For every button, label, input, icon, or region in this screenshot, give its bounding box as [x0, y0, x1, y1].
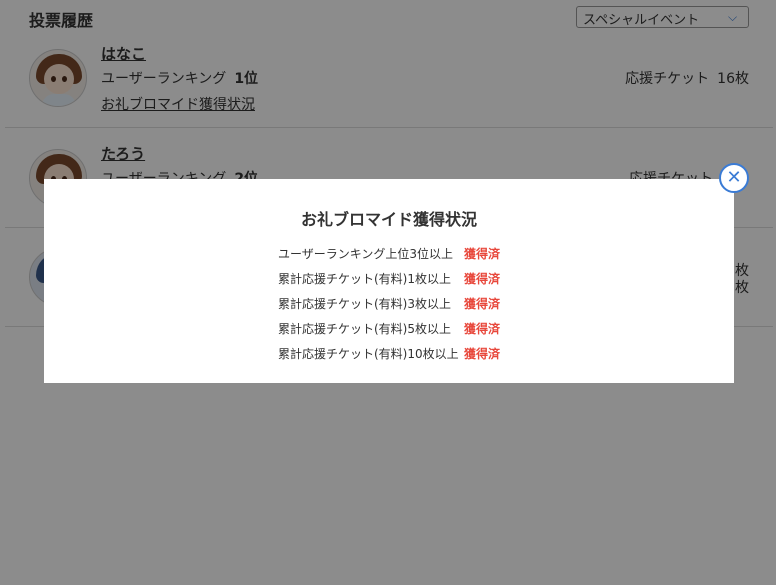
close-icon[interactable]: ✕: [719, 163, 749, 193]
condition-item: 累計応援チケット(有料)5枚以上 獲得済: [278, 320, 500, 345]
condition-label: 累計応援チケット(有料)1枚以上: [278, 272, 451, 286]
modal-title: お礼ブロマイド獲得状況: [300, 210, 477, 229]
condition-item: 累計応援チケット(有料)3枚以上 獲得済: [278, 295, 500, 320]
bromide-status-modal: お礼ブロマイド獲得状況 ユーザーランキング上位3位以上 獲得済 累計応援チケット(…: [44, 179, 734, 383]
condition-status: 獲得済: [464, 347, 501, 361]
condition-status: 獲得済: [464, 247, 501, 261]
condition-label: 累計応援チケット(有料)10枚以上: [278, 347, 459, 361]
condition-item: ユーザーランキング上位3位以上 獲得済: [278, 245, 500, 270]
condition-item: 累計応援チケット(有料)10枚以上 獲得済: [278, 345, 500, 370]
condition-label: ユーザーランキング上位3位以上: [278, 247, 454, 261]
condition-status: 獲得済: [464, 297, 501, 311]
condition-label: 累計応援チケット(有料)5枚以上: [278, 322, 451, 336]
condition-status: 獲得済: [464, 272, 501, 286]
condition-status: 獲得済: [464, 322, 501, 336]
condition-list: ユーザーランキング上位3位以上 獲得済 累計応援チケット(有料)1枚以上 獲得済 累…: [278, 245, 500, 370]
condition-item: 累計応援チケット(有料)1枚以上 獲得済: [278, 270, 500, 295]
condition-label: 累計応援チケット(有料)3枚以上: [278, 297, 451, 311]
